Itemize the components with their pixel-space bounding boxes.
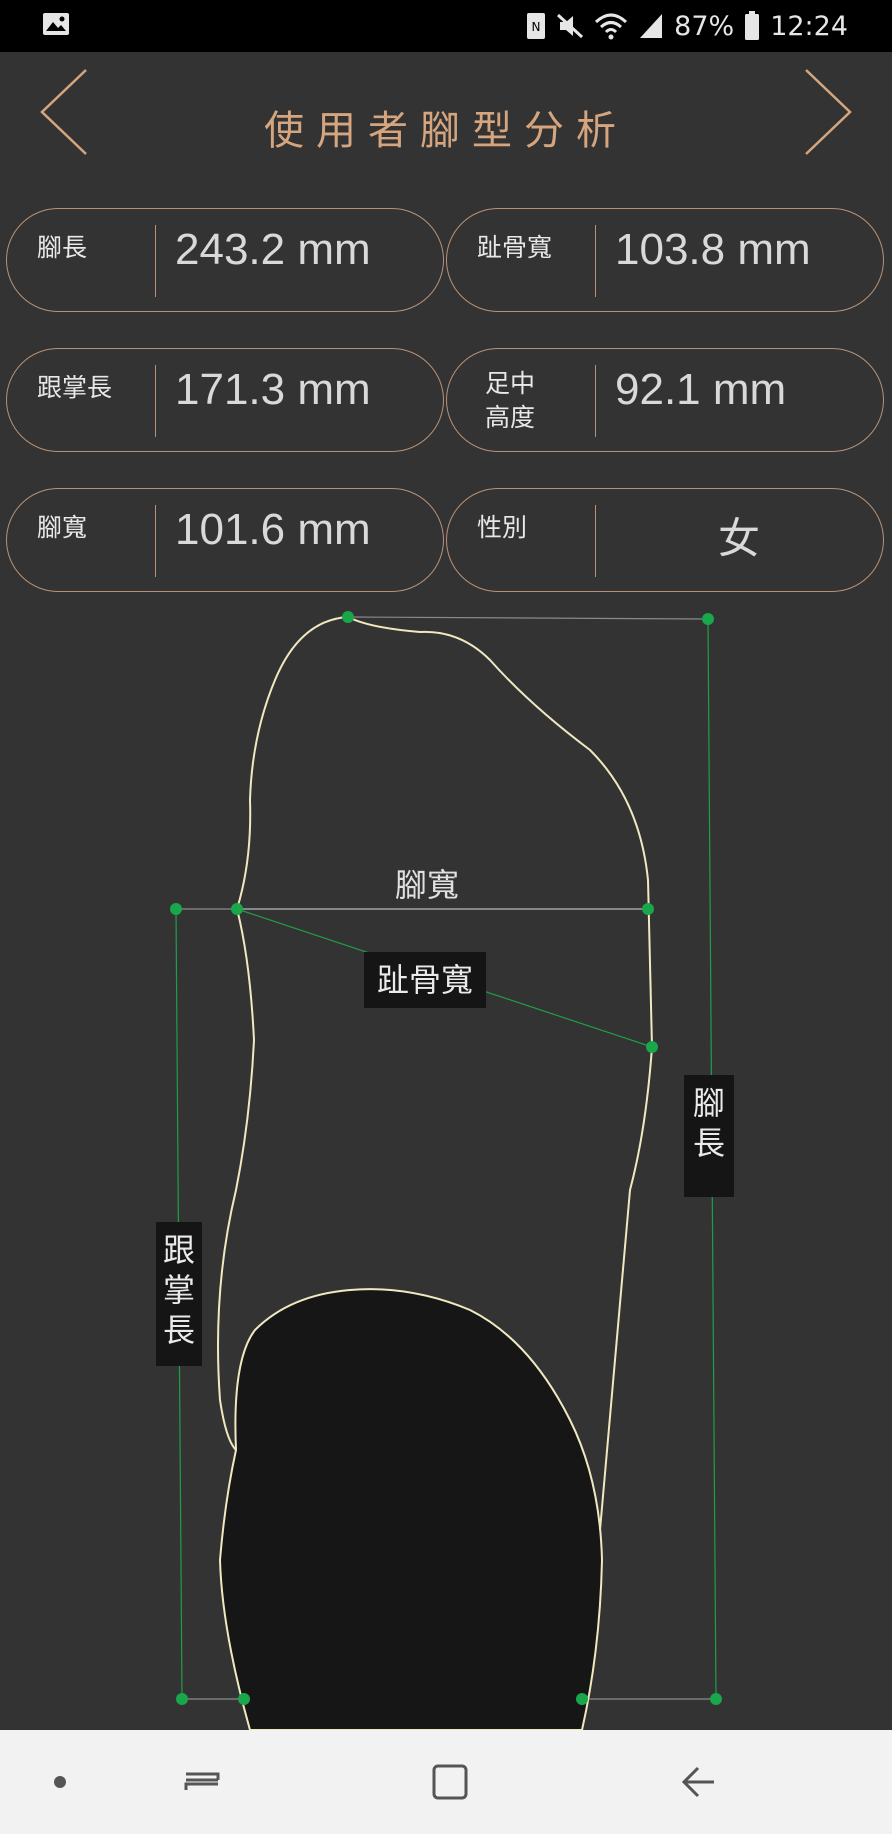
metric-label: 趾骨寬 — [477, 233, 553, 262]
metric-arch-height: 足中 高度 92.1 mm — [446, 348, 884, 452]
home-button[interactable] — [420, 1752, 480, 1812]
foot-diagram: 腳寬 趾骨寬 腳 長 跟 掌 長 — [0, 600, 892, 1730]
metric-label: 足中 高度 — [485, 369, 536, 432]
metric-foot-length: 腳長 243.2 mm — [6, 208, 444, 312]
metric-divider — [155, 365, 156, 437]
status-icons: N 87% 12:24 — [526, 8, 848, 44]
system-nav-bar — [0, 1730, 892, 1834]
metric-value: 171.3 mm — [175, 365, 371, 414]
metric-heel-palm-length: 跟掌長 171.3 mm — [6, 348, 444, 452]
metric-divider — [595, 365, 596, 437]
heel-palm-length-tag: 跟 掌 長 — [156, 1222, 202, 1366]
screen: N 87% 12:24 使用者腳型分析 腳長 243.2 mm 趾骨寬 103.… — [0, 0, 892, 1834]
recent-apps-button[interactable] — [172, 1752, 232, 1812]
svg-text:N: N — [532, 20, 541, 34]
wifi-icon — [594, 12, 628, 40]
metric-value: 243.2 mm — [175, 225, 371, 274]
mute-icon — [556, 12, 584, 40]
metric-label: 跟掌長 — [37, 373, 113, 402]
foot-length-tag: 腳 長 — [684, 1075, 734, 1197]
gallery-icon — [42, 12, 70, 40]
metric-value: 103.8 mm — [615, 225, 811, 274]
next-button[interactable] — [782, 60, 862, 160]
metric-divider — [595, 225, 596, 297]
dot-button[interactable] — [30, 1752, 90, 1812]
metric-value: 女 — [717, 514, 760, 563]
page-title: 使用者腳型分析 — [264, 108, 628, 154]
foot-diagram-canvas — [170, 611, 722, 1730]
metric-label: 腳寬 — [37, 513, 88, 542]
metric-gender: 性別 女 — [446, 488, 884, 592]
heel-area — [218, 1288, 604, 1730]
foot-width-label: 腳寬 — [395, 866, 460, 904]
clock: 12:24 — [770, 10, 848, 42]
signal-icon — [638, 12, 664, 40]
metric-value: 101.6 mm — [175, 505, 371, 554]
battery-level: 87% — [674, 10, 735, 42]
metric-label: 性別 — [477, 513, 528, 542]
metric-divider — [155, 505, 156, 577]
back-button[interactable] — [670, 1752, 730, 1812]
battery-icon — [744, 11, 760, 41]
recent-apps-icon — [184, 1772, 220, 1790]
metric-toe-width: 趾骨寬 103.8 mm — [446, 208, 884, 312]
metric-value: 92.1 mm — [615, 365, 787, 414]
metric-foot-width: 腳寬 101.6 mm — [6, 488, 444, 592]
dot-icon — [54, 1776, 66, 1788]
toe-width-tag: 趾骨寬 — [364, 952, 486, 1008]
chevron-right-icon — [805, 69, 852, 155]
status-bar: N 87% 12:24 — [0, 0, 892, 52]
back-icon — [681, 1766, 714, 1798]
nfc-icon: N — [526, 12, 546, 40]
metric-divider — [155, 225, 156, 297]
metric-label: 腳長 — [37, 233, 88, 262]
home-icon — [432, 1764, 468, 1800]
header: 使用者腳型分析 — [0, 52, 892, 202]
